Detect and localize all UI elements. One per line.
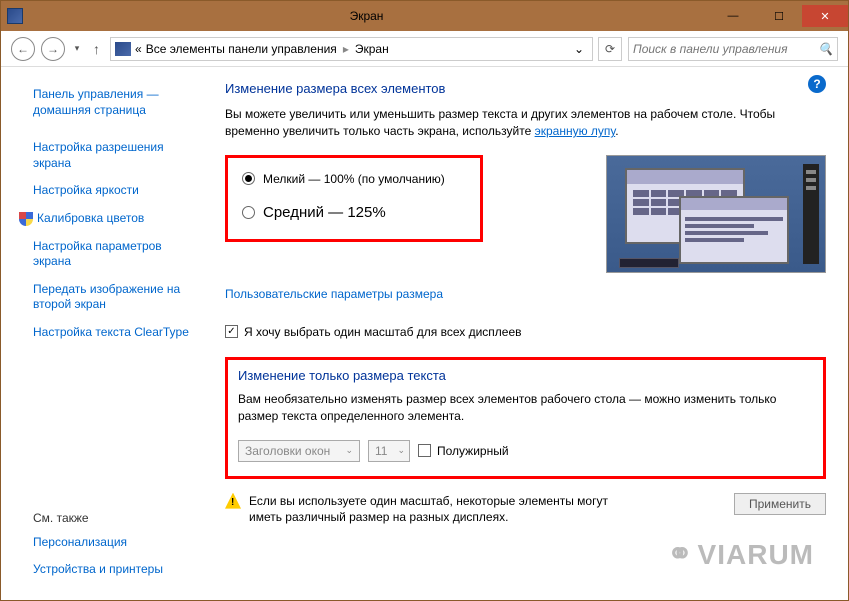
page-heading: Изменение размера всех элементов — [225, 81, 826, 96]
refresh-button[interactable]: ⟳ — [598, 37, 622, 61]
minimize-button[interactable]: — — [710, 5, 756, 27]
navbar: ← → ▾ ↑ « Все элементы панели управления… — [1, 31, 848, 67]
scale-radio-group: Мелкий — 100% (по умолчанию) Средний — 1… — [225, 155, 483, 242]
shield-icon — [19, 212, 33, 226]
breadcrumb-dropdown[interactable]: ⌄ — [574, 42, 588, 56]
radio-small[interactable]: Мелкий — 100% (по умолчанию) — [242, 172, 466, 186]
breadcrumb[interactable]: « Все элементы панели управления ▸ Экран… — [110, 37, 593, 61]
watermark: ⚭ VIARUM — [667, 537, 814, 572]
warning-text: Если вы используете один масштаб, некото… — [249, 493, 629, 527]
text-size-section: Изменение только размера текста Вам необ… — [225, 357, 826, 479]
warning-icon — [225, 493, 241, 509]
magnifier-link[interactable]: экранную лупу — [535, 124, 616, 138]
chevron-down-icon: ⌄ — [397, 445, 405, 456]
maximize-button[interactable]: ☐ — [756, 5, 802, 27]
text-size-description: Вам необязательно изменять размер всех э… — [238, 391, 813, 426]
checkbox-icon: ✓ — [225, 325, 238, 338]
breadcrumb-sep: ▸ — [341, 42, 351, 56]
bold-checkbox-row[interactable]: Полужирный — [418, 444, 509, 458]
sidebar-item-label: Калибровка цветов — [37, 211, 144, 227]
preview-sidebar — [803, 164, 819, 264]
radio-medium[interactable]: Средний — 125% — [242, 204, 466, 221]
radio-label: Мелкий — 100% (по умолчанию) — [263, 172, 445, 186]
preview-window-2 — [679, 196, 789, 264]
window-title: Экран — [23, 9, 710, 23]
breadcrumb-level2[interactable]: Экран — [355, 42, 389, 56]
sidebar: Панель управления — домашняя страница На… — [1, 67, 211, 600]
text-size-heading: Изменение только размера текста — [238, 368, 813, 383]
watermark-text: VIARUM — [698, 539, 814, 571]
element-select[interactable]: Заголовки окон ⌄ — [238, 440, 360, 462]
font-size-select[interactable]: 11 ⌄ — [368, 440, 410, 462]
checkbox-label: Я хочу выбрать один масштаб для всех дис… — [244, 325, 522, 339]
one-scale-checkbox-row[interactable]: ✓ Я хочу выбрать один масштаб для всех д… — [225, 325, 826, 339]
custom-size-link[interactable]: Пользовательские параметры размера — [225, 287, 443, 301]
search-input[interactable] — [633, 42, 813, 56]
preview-taskbar — [619, 258, 679, 268]
history-dropdown[interactable]: ▾ — [71, 37, 83, 61]
sidebar-item-project[interactable]: Передать изображение на второй экран — [19, 278, 203, 321]
up-button[interactable]: ↑ — [89, 41, 104, 57]
see-also-heading: См. также — [19, 511, 163, 525]
back-button[interactable]: ← — [11, 37, 35, 61]
app-icon — [7, 8, 23, 24]
apply-button[interactable]: Применить — [734, 493, 826, 515]
warning-row: Если вы используете один масштаб, некото… — [225, 493, 826, 527]
location-icon — [115, 42, 131, 56]
display-preview — [606, 155, 826, 273]
sidebar-item-home[interactable]: Панель управления — домашняя страница — [19, 83, 203, 126]
sidebar-item-personalization[interactable]: Персонализация — [19, 531, 163, 559]
titlebar: Экран — ☐ ✕ — [1, 1, 848, 31]
checkbox-label: Полужирный — [437, 444, 509, 458]
close-button[interactable]: ✕ — [802, 5, 848, 27]
forward-button[interactable]: → — [41, 37, 65, 61]
search-icon[interactable]: 🔍 — [818, 42, 833, 56]
breadcrumb-arrow: « — [135, 42, 142, 56]
radio-icon — [242, 172, 255, 185]
search-box[interactable]: 🔍 — [628, 37, 838, 61]
page-description: Вы можете увеличить или уменьшить размер… — [225, 106, 826, 141]
desc-post: . — [615, 124, 618, 138]
sidebar-item-cleartype[interactable]: Настройка текста ClearType — [19, 321, 203, 349]
help-icon[interactable]: ? — [808, 75, 826, 93]
radio-icon — [242, 206, 255, 219]
sidebar-item-display-settings[interactable]: Настройка параметров экрана — [19, 235, 203, 278]
watermark-logo-icon: ⚭ — [667, 537, 693, 572]
sidebar-item-brightness[interactable]: Настройка яркости — [19, 179, 203, 207]
sidebar-item-resolution[interactable]: Настройка разрешения экрана — [19, 136, 203, 179]
checkbox-icon — [418, 444, 431, 457]
breadcrumb-level1[interactable]: Все элементы панели управления — [146, 42, 337, 56]
select-value: Заголовки окон — [245, 444, 330, 458]
select-value: 11 — [375, 444, 387, 458]
desc-text: Вы можете увеличить или уменьшить размер… — [225, 107, 775, 138]
sidebar-item-calibration[interactable]: Калибровка цветов — [19, 207, 203, 235]
main-panel: ? Изменение размера всех элементов Вы мо… — [211, 67, 848, 600]
radio-label: Средний — 125% — [263, 204, 386, 221]
sidebar-item-devices[interactable]: Устройства и принтеры — [19, 558, 163, 586]
chevron-down-icon: ⌄ — [345, 445, 353, 456]
